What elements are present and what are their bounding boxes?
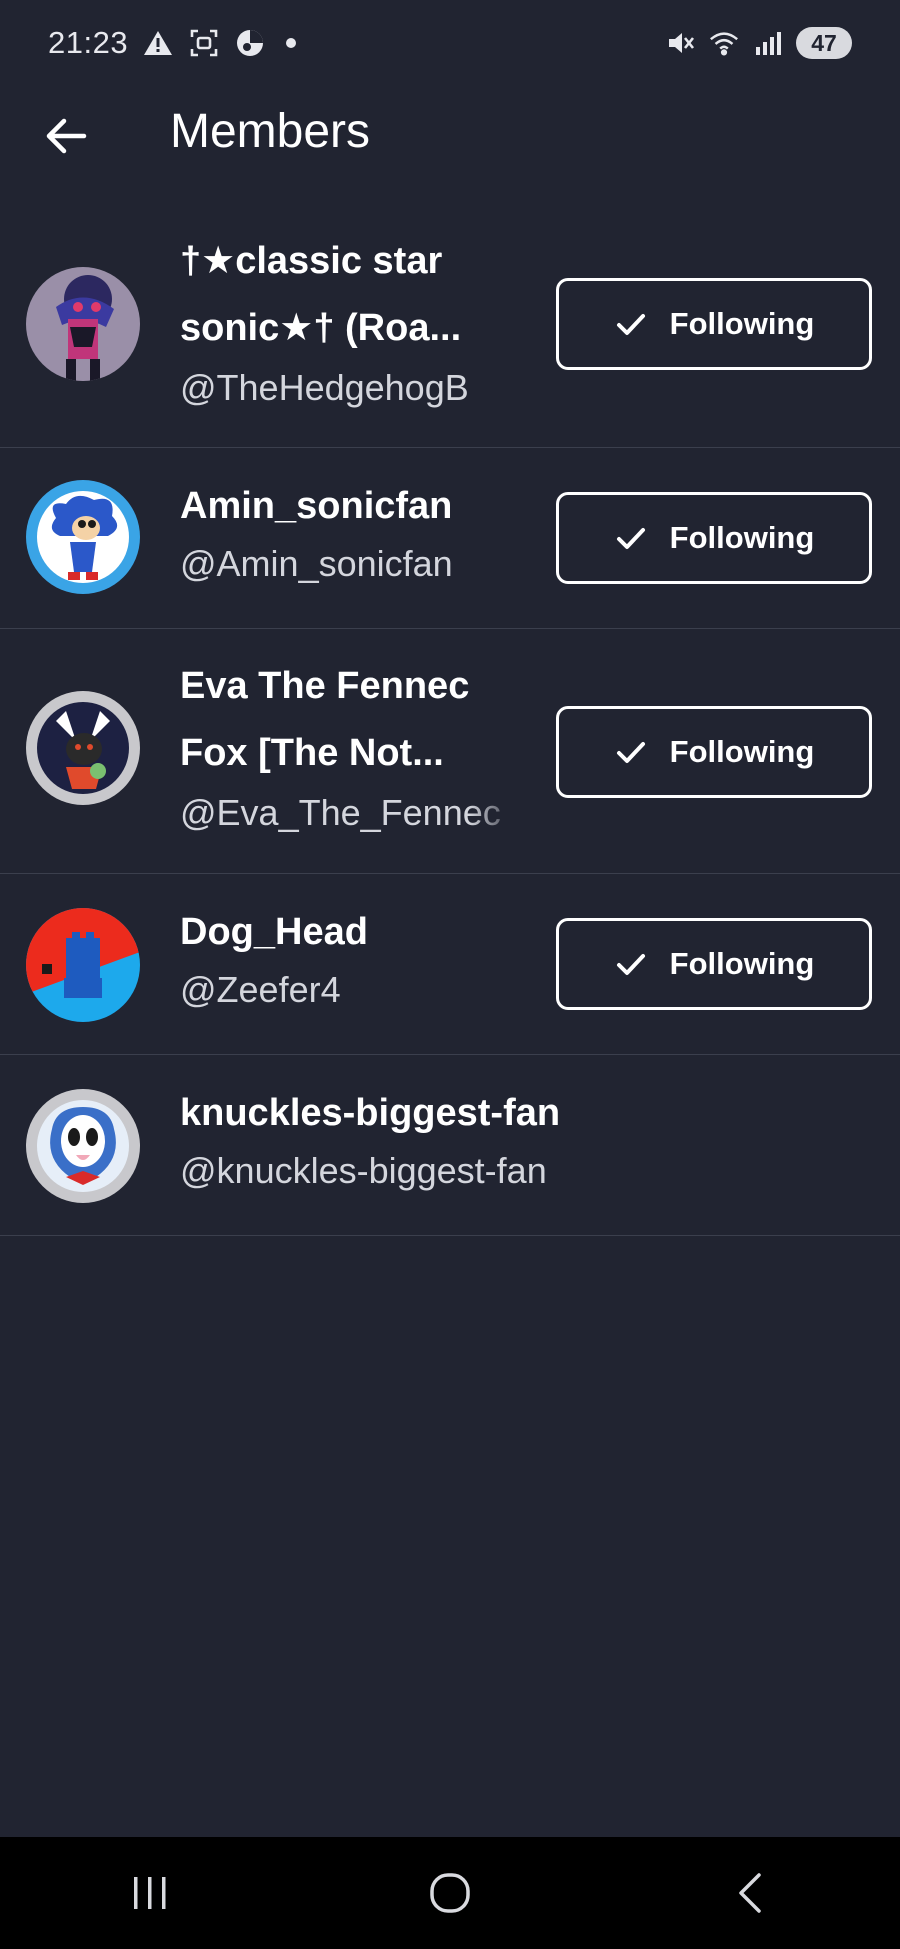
notification-dot bbox=[286, 38, 297, 48]
member-row[interactable]: knuckles-biggest-fan @knuckles-biggest-f… bbox=[0, 1055, 900, 1236]
member-name: Eva The Fennec Fox [The Not... bbox=[180, 665, 470, 774]
following-label: Following bbox=[669, 946, 815, 981]
arrow-left-icon bbox=[46, 118, 87, 154]
wifi-icon bbox=[708, 27, 740, 59]
member-list: †★classic star sonic★† (Roa... @TheHedge… bbox=[0, 200, 900, 1236]
avatar bbox=[26, 480, 140, 594]
members-screen: 21:23 47 Members †★classic star sonic★† … bbox=[0, 0, 900, 1949]
back-button[interactable] bbox=[40, 110, 92, 162]
member-row[interactable]: Amin_sonicfan @Amin_sonicfan Following bbox=[0, 448, 900, 629]
system-back-button[interactable] bbox=[695, 1853, 805, 1933]
check-icon bbox=[614, 947, 648, 981]
member-text: knuckles-biggest-fan @knuckles-biggest-f… bbox=[180, 1081, 680, 1197]
screenshot-icon bbox=[188, 27, 220, 59]
mute-icon bbox=[664, 27, 696, 59]
member-row[interactable]: Eva The Fennec Fox [The Not... @Eva_The_… bbox=[0, 629, 900, 874]
member-text: †★classic star sonic★† (Roa... @TheHedge… bbox=[180, 228, 525, 414]
check-icon bbox=[614, 521, 648, 555]
following-button[interactable]: Following bbox=[556, 492, 872, 584]
member-handle: @TheHedgehogB bbox=[180, 367, 469, 408]
member-handle: @Eva_The_Fennec bbox=[180, 792, 501, 833]
member-row[interactable]: Dog_Head @Zeefer4 Following bbox=[0, 874, 900, 1055]
following-button[interactable]: Following bbox=[556, 278, 872, 370]
following-label: Following bbox=[669, 734, 815, 769]
member-text: Eva The Fennec Fox [The Not... @Eva_The_… bbox=[180, 653, 525, 839]
battery-indicator: 47 bbox=[796, 27, 852, 59]
back-icon bbox=[739, 1873, 761, 1913]
check-icon bbox=[614, 735, 648, 769]
following-button[interactable]: Following bbox=[556, 706, 872, 798]
home-button[interactable] bbox=[395, 1853, 505, 1933]
following-button[interactable]: Following bbox=[556, 918, 872, 1010]
status-time: 21:23 bbox=[48, 25, 129, 60]
avatar bbox=[26, 1089, 140, 1203]
home-icon bbox=[430, 1873, 470, 1913]
check-icon bbox=[614, 307, 648, 341]
status-right: 47 bbox=[664, 27, 852, 59]
following-label: Following bbox=[669, 520, 815, 555]
header: Members bbox=[0, 96, 900, 176]
following-label: Following bbox=[669, 306, 815, 341]
status-left: 21:23 bbox=[48, 25, 297, 61]
signal-icon bbox=[752, 27, 784, 59]
avatar bbox=[26, 691, 140, 805]
member-handle: @knuckles-biggest-fan bbox=[180, 1150, 547, 1191]
recents-button[interactable] bbox=[95, 1853, 205, 1933]
warning-icon bbox=[142, 27, 174, 59]
member-name: †★classic star sonic★† (Roa... bbox=[180, 240, 462, 349]
avatar bbox=[26, 267, 140, 381]
member-name: knuckles-biggest-fan bbox=[180, 1092, 561, 1134]
avatar bbox=[26, 908, 140, 1022]
member-row[interactable]: †★classic star sonic★† (Roa... @TheHedge… bbox=[0, 200, 900, 448]
recents-icon bbox=[134, 1877, 166, 1909]
navigation-bar bbox=[0, 1837, 900, 1949]
music-app-icon bbox=[234, 27, 266, 59]
page-title: Members bbox=[170, 105, 371, 158]
status-bar: 21:23 47 bbox=[0, 0, 900, 86]
